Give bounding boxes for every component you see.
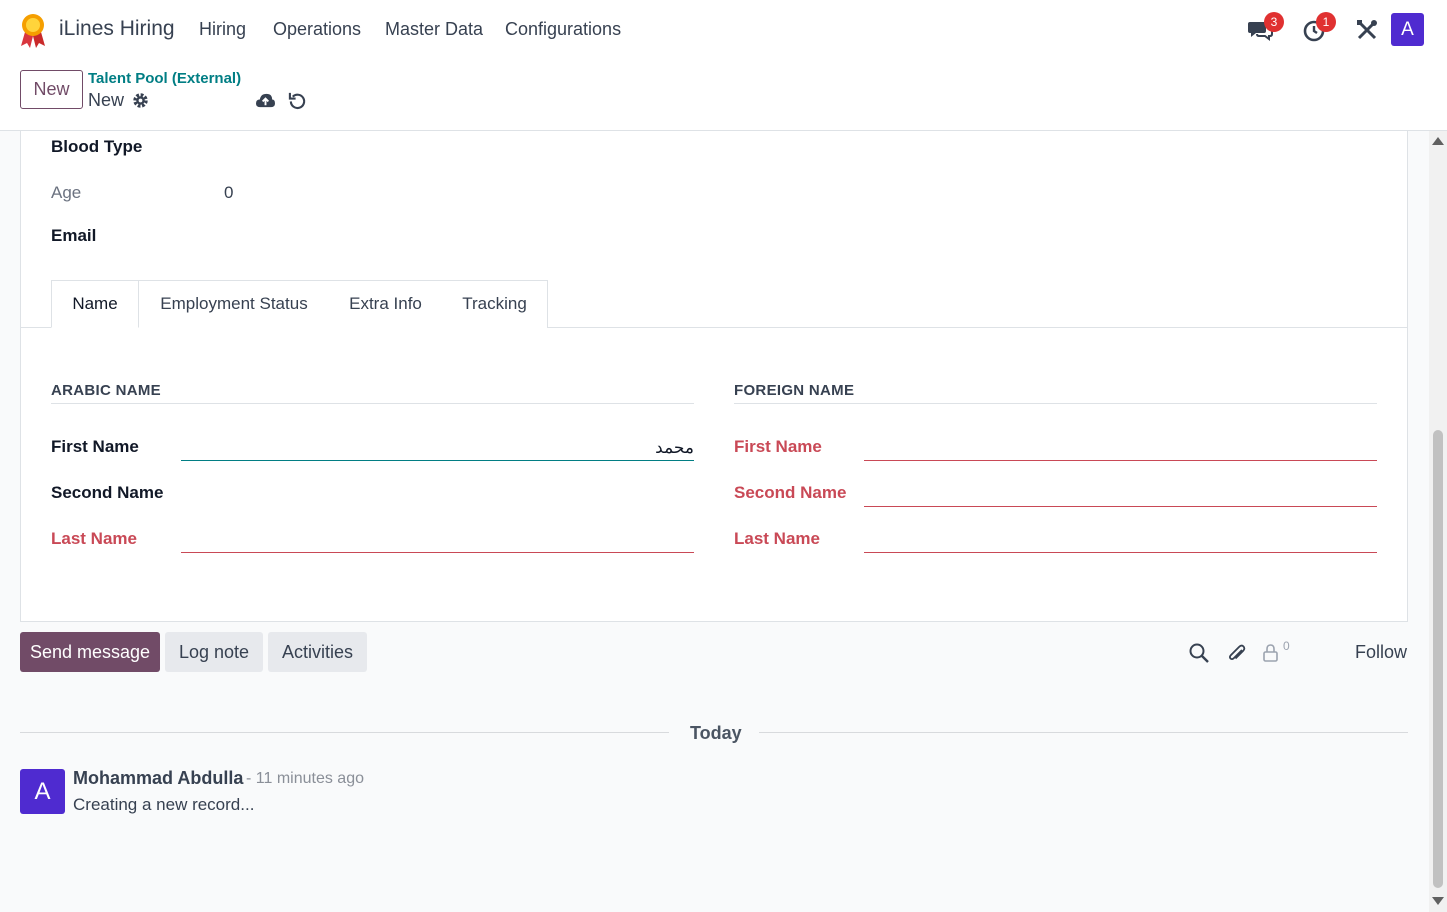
tools-icon[interactable] <box>1354 17 1380 43</box>
menu-configurations[interactable]: Configurations <box>505 19 621 40</box>
arabic-first-name-input[interactable] <box>181 435 694 461</box>
user-avatar[interactable]: A <box>1391 13 1424 46</box>
arabic-second-name-label: Second Name <box>51 483 164 502</box>
foreign-name-title: FOREIGN NAME <box>734 382 855 399</box>
menu-operations[interactable]: Operations <box>273 19 361 40</box>
menu-master-data[interactable]: Master Data <box>385 19 483 40</box>
followers-count: 0 <box>1283 639 1290 653</box>
cloud-upload-save-icon[interactable] <box>255 91 276 110</box>
new-record-button[interactable]: New <box>20 70 83 109</box>
send-message-button[interactable]: Send message <box>20 632 160 672</box>
blood-type-label: Blood Type <box>51 137 143 156</box>
date-separator-line-left <box>20 732 669 733</box>
messages-badge: 3 <box>1264 12 1284 32</box>
foreign-last-name-input[interactable] <box>864 527 1377 553</box>
tab-extra-info[interactable]: Extra Info <box>329 280 443 328</box>
log-note-button[interactable]: Log note <box>165 632 263 672</box>
message-author[interactable]: Mohammad Abdulla <box>73 768 243 789</box>
arabic-last-name-label: Last Name <box>51 529 137 548</box>
foreign-second-name-label: Second Name <box>734 483 847 502</box>
breadcrumb-current: New <box>88 90 125 110</box>
menu-hiring[interactable]: Hiring <box>199 19 246 40</box>
discard-undo-icon[interactable] <box>288 91 307 110</box>
search-icon[interactable] <box>1188 642 1210 664</box>
foreign-last-name-label: Last Name <box>734 529 820 548</box>
activities-button[interactable]: Activities <box>268 632 367 672</box>
vertical-scrollbar[interactable] <box>1429 131 1447 912</box>
age-label: Age <box>51 183 82 202</box>
tab-name[interactable]: Name <box>51 280 139 328</box>
tab-employment-status[interactable]: Employment Status <box>139 280 330 328</box>
followers-lock-icon[interactable] <box>1260 642 1282 664</box>
date-separator-line-right <box>759 732 1408 733</box>
arabic-first-name-label: First Name <box>51 437 139 456</box>
scroll-down-arrow-icon[interactable] <box>1432 897 1444 905</box>
scroll-up-arrow-icon[interactable] <box>1432 137 1444 145</box>
foreign-first-name-label: First Name <box>734 437 822 456</box>
date-separator: Today <box>690 723 742 743</box>
app-title[interactable]: iLines Hiring <box>59 17 175 41</box>
gear-icon[interactable] <box>132 92 149 109</box>
email-label: Email <box>51 226 97 245</box>
scrollbar-thumb[interactable] <box>1433 430 1443 888</box>
age-value: 0 <box>224 183 234 202</box>
activities-badge: 1 <box>1316 12 1336 32</box>
form-sheet: Blood Type Age 0 Email Name Employment S… <box>20 131 1408 622</box>
control-panel: New Talent Pool (External) New <box>0 60 1447 131</box>
top-navbar: iLines Hiring Hiring Operations Master D… <box>0 0 1447 60</box>
breadcrumb-parent[interactable]: Talent Pool (External) <box>88 70 241 87</box>
foreign-first-name-input[interactable] <box>864 435 1377 461</box>
paperclip-attachment-icon[interactable] <box>1226 642 1248 664</box>
follow-button[interactable]: Follow <box>1355 642 1407 663</box>
message-time: - 11 minutes ago <box>246 770 364 787</box>
arabic-name-divider <box>51 403 694 404</box>
message-author-avatar[interactable]: A <box>20 769 65 814</box>
message-body: Creating a new record... <box>73 795 255 814</box>
arabic-name-title: ARABIC NAME <box>51 382 161 399</box>
ribbon-award-icon[interactable] <box>18 12 48 48</box>
foreign-second-name-input[interactable] <box>864 481 1377 507</box>
foreign-name-divider <box>734 403 1377 404</box>
tab-tracking[interactable]: Tracking <box>442 280 548 328</box>
arabic-last-name-input[interactable] <box>181 527 694 553</box>
